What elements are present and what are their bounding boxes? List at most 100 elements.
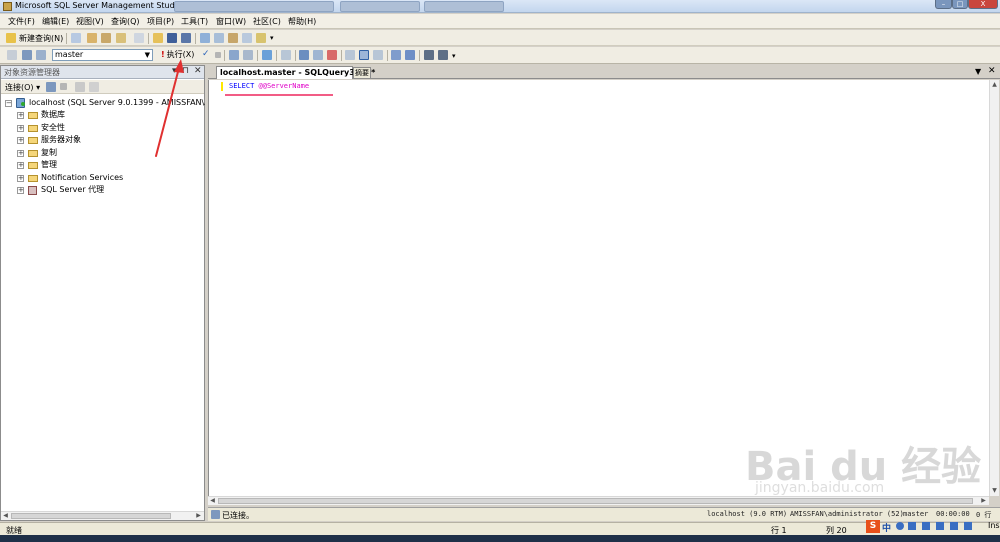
connect-icon[interactable] <box>7 50 17 60</box>
save-icon[interactable] <box>167 33 177 43</box>
expand-icon[interactable]: + <box>17 175 24 182</box>
insert-mode: Ins <box>988 521 1000 530</box>
baidu-watermark: Bai du 经验 jingyan.baidu.com <box>745 434 981 496</box>
pin-icon[interactable]: ⊓ <box>182 66 189 76</box>
ime-punctuation-icon[interactable] <box>896 522 904 530</box>
compact-query-icon[interactable] <box>134 33 144 43</box>
results-to-file-icon[interactable] <box>359 50 369 60</box>
disconnect-icon[interactable] <box>46 82 56 92</box>
filter-icon[interactable] <box>89 82 99 92</box>
intellisense-icon[interactable] <box>262 50 272 60</box>
scroll-right-icon[interactable]: ▶ <box>979 497 988 505</box>
template-explorer-icon[interactable] <box>228 33 238 43</box>
client-statistics-icon[interactable] <box>313 50 323 60</box>
background-window-tab[interactable] <box>174 1 334 12</box>
analysis-query-icon[interactable] <box>87 33 97 43</box>
execute-button[interactable]: ! 执行(X) <box>159 49 196 61</box>
expand-icon[interactable]: + <box>17 187 24 194</box>
menu-help[interactable]: 帮助(H) <box>288 16 316 27</box>
scroll-left-icon[interactable]: ◀ <box>208 497 217 505</box>
new-query-button[interactable]: 新建查询(N) <box>19 33 63 44</box>
menu-project[interactable]: 项目(P) <box>147 16 174 27</box>
scroll-thumb[interactable] <box>11 513 171 519</box>
editor-vertical-scrollbar[interactable]: ▲ ▼ <box>989 80 999 496</box>
scroll-down-icon[interactable]: ▼ <box>990 486 999 495</box>
registered-servers-icon[interactable] <box>200 33 210 43</box>
results-pane-icon[interactable] <box>373 50 383 60</box>
cancel-query-icon[interactable] <box>215 52 221 58</box>
results-to-grid-icon[interactable] <box>345 50 355 60</box>
panel-dropdown-icon[interactable]: ▾ <box>172 66 177 76</box>
close-document-icon[interactable]: ✕ <box>988 66 996 76</box>
scroll-thumb[interactable] <box>218 498 973 504</box>
toolbar-overflow-icon[interactable]: ▾ <box>452 52 456 60</box>
scroll-left-icon[interactable]: ◀ <box>1 512 10 520</box>
ime-fullwidth-icon[interactable] <box>908 522 916 530</box>
db-engine-query-icon[interactable] <box>71 33 81 43</box>
increase-indent-icon[interactable] <box>438 50 448 60</box>
uncomment-lines-icon[interactable] <box>405 50 415 60</box>
menu-edit[interactable]: 编辑(E) <box>42 16 69 27</box>
background-window-tab[interactable] <box>424 1 504 12</box>
menu-window[interactable]: 窗口(W) <box>216 16 246 27</box>
editor-horizontal-scrollbar[interactable]: ◀ ▶ <box>208 496 989 505</box>
stop-icon[interactable] <box>60 83 67 90</box>
results-to-text-icon[interactable] <box>327 50 337 60</box>
ime-keyboard-icon[interactable] <box>922 522 930 530</box>
save-all-icon[interactable] <box>181 33 191 43</box>
menu-query[interactable]: 查询(Q) <box>111 16 140 27</box>
maximize-button[interactable]: □ <box>952 0 968 9</box>
collapse-icon[interactable]: − <box>5 100 12 107</box>
status-elapsed: 00:00:00 <box>936 510 970 518</box>
filter-settings-icon[interactable] <box>75 82 85 92</box>
ime-tools-icon[interactable] <box>964 522 972 530</box>
disconnect-icon[interactable] <box>22 50 32 60</box>
explorer-horizontal-scrollbar[interactable]: ◀ ▶ <box>1 511 204 520</box>
background-window-tab[interactable] <box>340 1 420 12</box>
folder-icon <box>28 137 38 144</box>
ime-toolbar: S 中 Ins <box>866 520 1000 534</box>
new-query-icon[interactable] <box>6 33 16 43</box>
expand-icon[interactable]: + <box>17 125 24 132</box>
xmla-query-icon[interactable] <box>116 33 126 43</box>
menu-tools[interactable]: 工具(T) <box>181 16 208 27</box>
tab-summary[interactable]: 摘要 <box>353 67 371 78</box>
connect-dropdown[interactable]: 连接(O) ▾ <box>5 82 40 93</box>
query-options-icon[interactable] <box>243 50 253 60</box>
display-estimated-plan-icon[interactable] <box>229 50 239 60</box>
ime-skin-icon[interactable] <box>936 522 944 530</box>
menu-community[interactable]: 社区(C) <box>253 16 281 27</box>
scroll-up-icon[interactable]: ▲ <box>990 80 999 89</box>
expand-icon[interactable]: + <box>17 150 24 157</box>
properties-window-icon[interactable] <box>242 33 252 43</box>
folder-icon <box>28 162 38 169</box>
expand-icon[interactable]: + <box>17 112 24 119</box>
minimize-button[interactable]: – <box>935 0 952 9</box>
panel-close-icon[interactable]: ✕ <box>194 66 202 76</box>
design-query-icon[interactable] <box>281 50 291 60</box>
tab-sqlquery3[interactable]: localhost.master - SQLQuery3.sql* <box>216 66 375 79</box>
ime-mode[interactable]: 中 <box>882 521 891 534</box>
include-plan-icon[interactable] <box>299 50 309 60</box>
expand-icon[interactable]: + <box>17 162 24 169</box>
decrease-indent-icon[interactable] <box>424 50 434 60</box>
scroll-right-icon[interactable]: ▶ <box>194 512 203 520</box>
close-button[interactable]: X <box>968 0 998 9</box>
parse-check-icon[interactable]: ✓ <box>202 49 210 59</box>
ime-settings-icon[interactable] <box>950 522 958 530</box>
mdx-query-icon[interactable] <box>101 33 111 43</box>
database-select[interactable]: master ▼ <box>52 49 153 61</box>
open-folder-icon[interactable] <box>153 33 163 43</box>
object-explorer-icon[interactable] <box>214 33 224 43</box>
menu-file[interactable]: 文件(F) <box>8 16 35 27</box>
tab-list-dropdown-icon[interactable]: ▼ <box>975 67 981 76</box>
tree-node-label: 服务器对象 <box>41 135 81 144</box>
toolbox-icon[interactable] <box>256 33 266 43</box>
change-connection-icon[interactable] <box>36 50 46 60</box>
sogou-ime-logo-icon[interactable]: S <box>866 520 880 533</box>
connection-status-text: 已连接。 <box>222 511 254 520</box>
expand-icon[interactable]: + <box>17 137 24 144</box>
comment-lines-icon[interactable] <box>391 50 401 60</box>
menu-view[interactable]: 视图(V) <box>76 16 104 27</box>
toolbar-overflow-icon[interactable]: ▾ <box>270 34 274 42</box>
